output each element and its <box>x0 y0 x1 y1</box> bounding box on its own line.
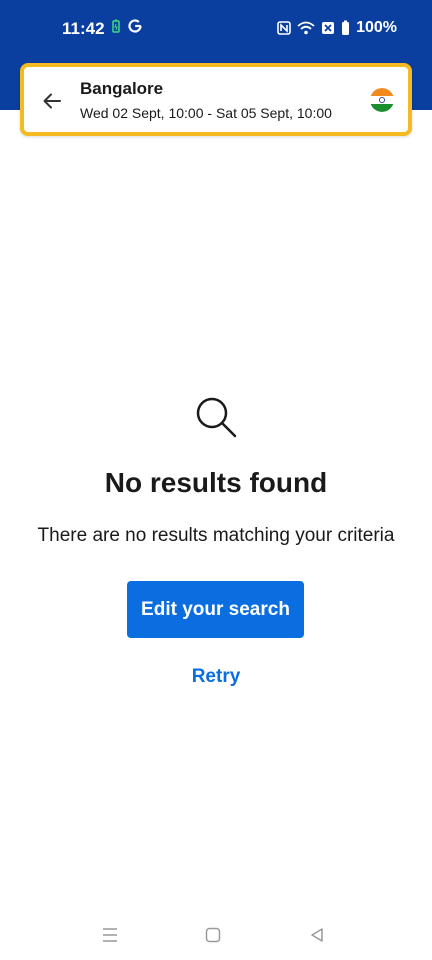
nav-menu-button[interactable] <box>99 924 121 946</box>
empty-title: No results found <box>104 467 328 498</box>
google-icon <box>128 19 142 33</box>
search-summary-card[interactable]: Bangalore Wed 02 Sept, 10:00 - Sat 05 Se… <box>20 63 412 136</box>
location-title: Bangalore <box>80 79 164 98</box>
back-icon <box>311 928 323 942</box>
battery-percentage: 100% <box>356 19 397 36</box>
battery-saver-icon <box>112 19 120 33</box>
sim-off-icon <box>322 22 335 34</box>
empty-description: There are no results matching your crite… <box>37 525 395 546</box>
nfc-icon <box>277 21 291 35</box>
edit-search-button[interactable]: Edit your search <box>127 581 304 638</box>
status-time: 11:42 <box>62 19 105 38</box>
date-range: Wed 02 Sept, 10:00 - Sat 05 Sept, 10:00 <box>80 105 332 121</box>
arrow-left-icon <box>43 93 61 109</box>
status-right-icons: 100% <box>277 19 397 37</box>
nav-home-button[interactable] <box>202 924 224 946</box>
menu-icon <box>103 928 117 942</box>
status-bar: 11:42 100% <box>0 0 432 58</box>
india-flag-icon <box>370 88 394 112</box>
status-left-icons <box>112 19 142 33</box>
wifi-icon <box>297 21 315 35</box>
search-icon <box>196 397 237 438</box>
nav-back-button[interactable] <box>306 924 328 946</box>
empty-state: No results found There are no results ma… <box>0 395 432 547</box>
retry-button[interactable]: Retry <box>0 666 432 688</box>
battery-icon <box>342 20 350 35</box>
navigation-bar <box>0 910 432 960</box>
back-button[interactable] <box>40 89 64 113</box>
home-icon <box>205 927 221 943</box>
